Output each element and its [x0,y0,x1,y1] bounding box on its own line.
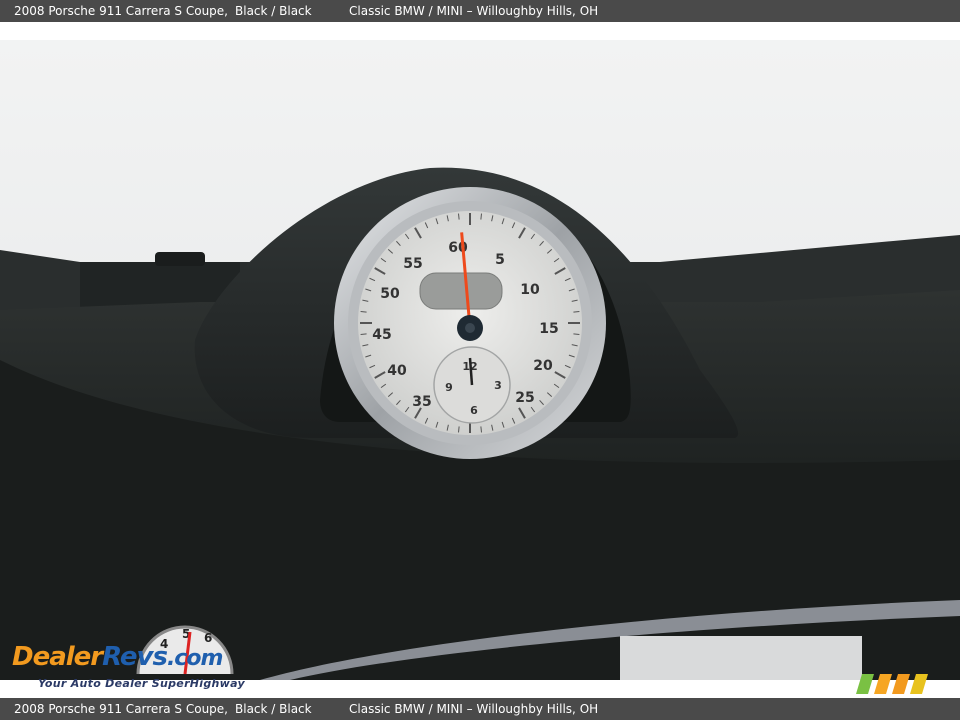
minute-label-5: 5 [495,252,505,268]
minute-label-40: 40 [387,363,407,379]
minute-label-10: 10 [520,282,540,298]
logo-part-revs: Revs [102,642,168,672]
vehicle-colors: Black / Black [235,4,312,18]
minute-tick [480,213,482,220]
subdial-label-6: 6 [470,404,478,417]
logo-tagline: Your Auto Dealer SuperHighway [38,677,245,690]
dash-sensor [155,252,205,266]
subdial-label-9: 9 [445,381,453,394]
minute-tick [573,311,580,313]
minute-label-55: 55 [403,256,422,272]
logo-part-com: .com [166,646,223,671]
photo-scene: 12 3 6 9 60 5 10 15 20 25 35 40 45 50 55 [0,40,960,680]
subdial-label-3: 3 [494,379,502,392]
stripes-logo-icon [856,674,928,694]
minute-label-35: 35 [412,394,431,410]
vehicle-title-footer: 2008 Porsche 911 Carrera S Coupe, [14,702,228,716]
top-white-strip [0,22,960,40]
lower-panel [620,636,862,680]
dealerrevs-logo: 4 5 6 DealerRevs.com Your Auto Dealer Su… [12,622,272,694]
minute-label-60: 60 [448,240,468,256]
hand-hub-cap [465,323,475,333]
minute-tick [458,213,460,220]
caption-bar-bottom: 2008 Porsche 911 Carrera S Coupe, Black … [0,698,960,720]
vehicle-colors-footer: Black / Black [235,702,312,716]
logo-wordmark: DealerRevs.com [12,642,223,672]
minute-label-50: 50 [380,286,400,302]
vehicle-title: 2008 Porsche 911 Carrera S Coupe, [14,4,228,18]
digital-window [419,272,503,310]
minute-tick [573,333,580,335]
minute-label-15: 15 [539,321,558,337]
dashboard-photo: 12 3 6 9 60 5 10 15 20 25 35 40 45 50 55 [0,40,960,680]
minute-tick [360,311,367,313]
caption-bar-top: 2008 Porsche 911 Carrera S Coupe, Black … [0,0,960,22]
logo-part-dealer: Dealer [12,642,103,672]
dealer-name: Classic BMW / MINI – Willoughby Hills, O… [349,4,599,18]
minute-label-20: 20 [533,358,553,374]
minute-tick [480,426,482,433]
minute-tick [360,333,367,335]
minute-label-45: 45 [372,327,391,343]
minute-label-25: 25 [515,390,534,406]
dealer-name-footer: Classic BMW / MINI – Willoughby Hills, O… [349,702,599,716]
minute-tick [458,426,460,433]
